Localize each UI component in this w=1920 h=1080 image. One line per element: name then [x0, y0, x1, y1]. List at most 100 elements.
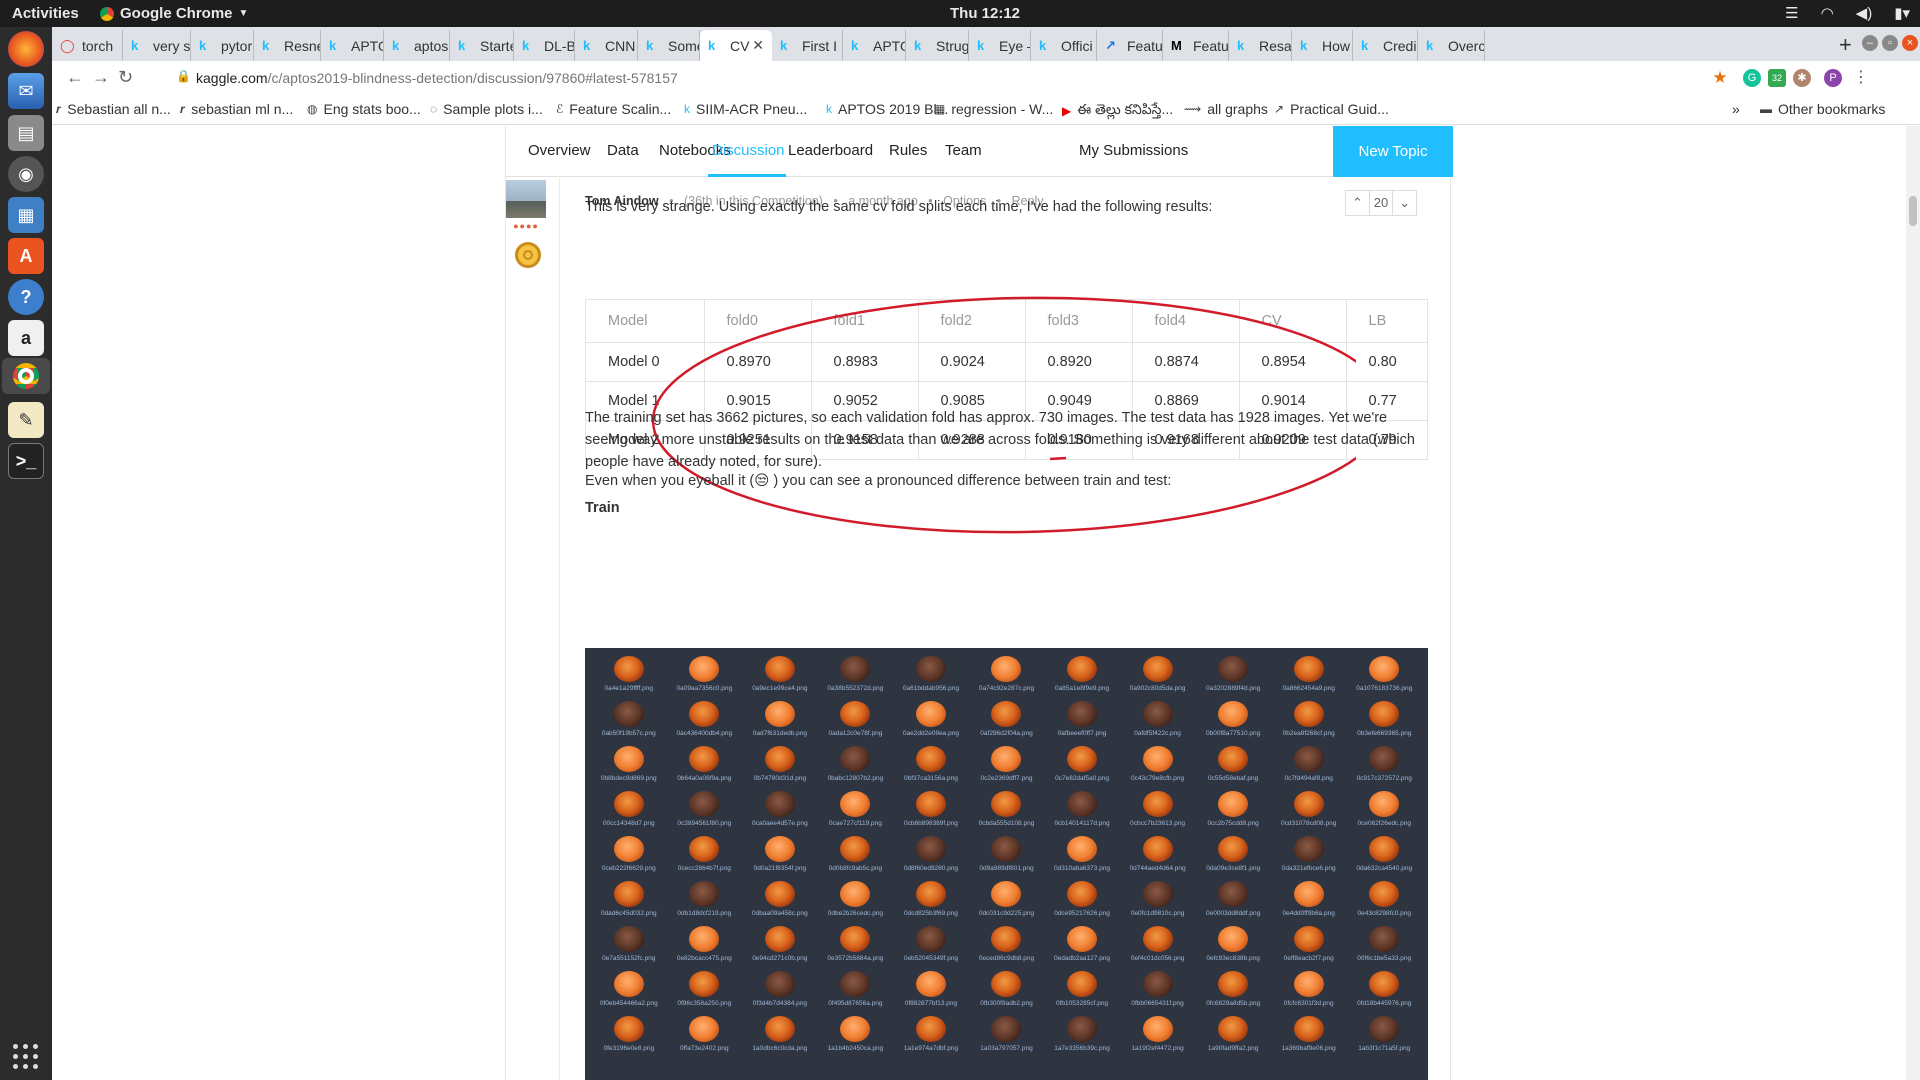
lock-icon[interactable]: 🔒: [176, 69, 191, 83]
amazon-icon[interactable]: a: [8, 320, 44, 356]
scrollbar-thumb[interactable]: [1909, 196, 1917, 226]
nav-rules[interactable]: Rules: [889, 142, 927, 159]
more-menu-icon[interactable]: ⋮: [1852, 69, 1870, 87]
minimize-icon[interactable]: –: [1862, 35, 1878, 51]
clock[interactable]: Thu 12:12: [950, 5, 1020, 22]
graph-icon: ⟿: [1184, 102, 1202, 116]
browser-tab[interactable]: k Offici: [1031, 30, 1097, 61]
firefox-icon[interactable]: [8, 31, 44, 67]
nav-discussion[interactable]: Discussion: [712, 142, 785, 159]
bookmarks-overflow-button[interactable]: »: [1732, 101, 1740, 117]
bookmark-item[interactable]: ↗ Practical Guid...: [1274, 101, 1389, 117]
bookmark-item[interactable]: 𝒓 Sebastian all n...: [56, 101, 171, 117]
fundus-thumbnail: 0b3efe669365.png: [1346, 701, 1422, 746]
nav-overview[interactable]: Overview: [528, 142, 591, 159]
browser-tab[interactable]: k APTO: [843, 30, 906, 61]
browser-tab[interactable]: k Strug: [906, 30, 969, 61]
bookmark-item[interactable]: 𝒓 sebastian ml n...: [180, 101, 293, 117]
bookmark-item[interactable]: ▦ regression - W...: [934, 101, 1053, 117]
rhythmbox-icon[interactable]: ◉: [8, 156, 44, 192]
back-icon[interactable]: ←: [66, 67, 84, 88]
browser-tab[interactable]: ◯ torch: [52, 30, 123, 61]
volume-icon[interactable]: ◀): [1856, 4, 1873, 22]
browser-tab[interactable]: ↗ Featu: [1097, 30, 1163, 61]
browser-tab[interactable]: M Featu: [1163, 30, 1229, 61]
browser-tab[interactable]: k pytor: [191, 30, 254, 61]
terminal-icon[interactable]: >_: [8, 443, 44, 479]
browser-tab[interactable]: k Credi: [1353, 30, 1418, 61]
browser-tab[interactable]: k aptos: [384, 30, 450, 61]
post-paragraph-3: Even when you eyeball it (😒 ) you can se…: [585, 473, 1172, 489]
address-bar[interactable]: 🔒 kaggle.com/c/aptos2019-blindness-detec…: [166, 64, 1741, 92]
bookmark-item[interactable]: ℰ Feature Scalin...: [556, 101, 671, 117]
new-tab-button[interactable]: +: [1839, 32, 1852, 58]
image-filename: 0b3efe669365.png: [1357, 730, 1412, 737]
fundus-thumbnail: 0a4e1a29ffff.png: [591, 656, 667, 701]
close-tab-icon[interactable]: ✕: [752, 37, 764, 54]
browser-tab[interactable]: k Resne: [254, 30, 321, 61]
browser-tab[interactable]: k CNN /: [575, 30, 638, 61]
nav-data[interactable]: Data: [607, 142, 639, 159]
bookmark-item[interactable]: ◍ Eng stats boo...: [307, 101, 421, 117]
fundus-thumbnail: 0babc12807b2.png: [818, 746, 894, 791]
help-icon[interactable]: ?: [8, 279, 44, 315]
my-submissions-link[interactable]: My Submissions: [1079, 142, 1188, 159]
page-scrollbar[interactable]: [1906, 126, 1920, 1080]
thunderbird-icon[interactable]: ✉: [8, 73, 44, 109]
browser-tab[interactable]: k Resar: [1229, 30, 1292, 61]
bookmark-item[interactable]: k SIIM-ACR Pneu...: [684, 101, 807, 117]
image-filename: 0a74c92e287c.png: [978, 685, 1035, 692]
menu-icon[interactable]: ☰: [1785, 4, 1798, 22]
wifi-icon[interactable]: ◠: [1821, 4, 1834, 22]
system-tray[interactable]: ☰ ◠ ◀) ▮▾: [1785, 4, 1910, 22]
close-window-icon[interactable]: ×: [1902, 35, 1918, 51]
fundus-thumbnail: 0afdf5f422c.png: [1120, 701, 1196, 746]
other-bookmarks-folder[interactable]: ▬ Other bookmarks: [1760, 101, 1885, 117]
bookmark-item[interactable]: ⟿ all graphs: [1184, 101, 1268, 117]
grammarly-icon[interactable]: G: [1743, 69, 1761, 87]
files-icon[interactable]: ▤: [8, 115, 44, 151]
retina-image: [1218, 1016, 1249, 1042]
browser-tab[interactable]: k DL-Bl: [514, 30, 575, 61]
browser-tab[interactable]: k CV ✕: [700, 30, 772, 61]
browser-tab[interactable]: k Overc: [1418, 30, 1485, 61]
writer-icon[interactable]: ▦: [8, 197, 44, 233]
retina-image: [991, 926, 1022, 952]
text-editor-icon[interactable]: ✎: [8, 402, 44, 438]
bookmark-item[interactable]: k APTOS 2019 Bl...: [826, 101, 948, 117]
image-filename: 0e0fc1d9810c.png: [1130, 910, 1185, 917]
reload-icon[interactable]: ↻: [118, 67, 133, 88]
browser-tab[interactable]: k How: [1292, 30, 1353, 61]
bookmark-item[interactable]: ▶ ఈ తెల్లు కనిపిస్తే...: [1062, 101, 1173, 121]
show-applications-icon[interactable]: [13, 1044, 39, 1070]
retina-image: [1293, 971, 1324, 997]
bookmark-item[interactable]: ◌ Sample plots i...: [430, 101, 543, 117]
chrome-dock-icon[interactable]: [2, 358, 50, 394]
browser-tab[interactable]: k Some: [638, 30, 700, 61]
bookmark-star-icon[interactable]: ★: [1711, 69, 1729, 87]
browser-tab[interactable]: k very s: [123, 30, 191, 61]
extension-icon[interactable]: ✱: [1793, 69, 1811, 87]
browser-tab[interactable]: k First I: [772, 30, 843, 61]
fundus-thumbnail: 0ffa73e2402.png: [667, 1016, 743, 1061]
maximize-icon[interactable]: ▫: [1882, 35, 1898, 51]
software-center-icon[interactable]: A: [8, 238, 44, 274]
image-filename: 0ad7f631dedb.png: [752, 730, 807, 737]
retina-image: [1218, 926, 1249, 952]
browser-tab[interactable]: k Starte: [450, 30, 514, 61]
battery-icon[interactable]: ▮▾: [1894, 4, 1910, 22]
fundus-thumbnail: 0e4dd0ff9b6a.png: [1271, 881, 1347, 926]
app-menu[interactable]: Google Chrome ▼: [100, 5, 248, 22]
avatar[interactable]: [506, 180, 546, 218]
forward-icon[interactable]: →: [92, 67, 110, 88]
retina-image: [1067, 836, 1098, 862]
calendar-extension-icon[interactable]: 32: [1768, 69, 1786, 87]
profile-avatar[interactable]: P: [1824, 69, 1842, 87]
image-filename: 0d744aed4d64.png: [1129, 865, 1186, 872]
nav-leaderboard[interactable]: Leaderboard: [788, 142, 873, 159]
browser-tab[interactable]: k APTO: [321, 30, 384, 61]
nav-team[interactable]: Team: [945, 142, 982, 159]
activities-button[interactable]: Activities: [12, 5, 79, 22]
new-topic-button[interactable]: New Topic: [1333, 126, 1453, 177]
browser-tab[interactable]: k Eye –: [969, 30, 1031, 61]
